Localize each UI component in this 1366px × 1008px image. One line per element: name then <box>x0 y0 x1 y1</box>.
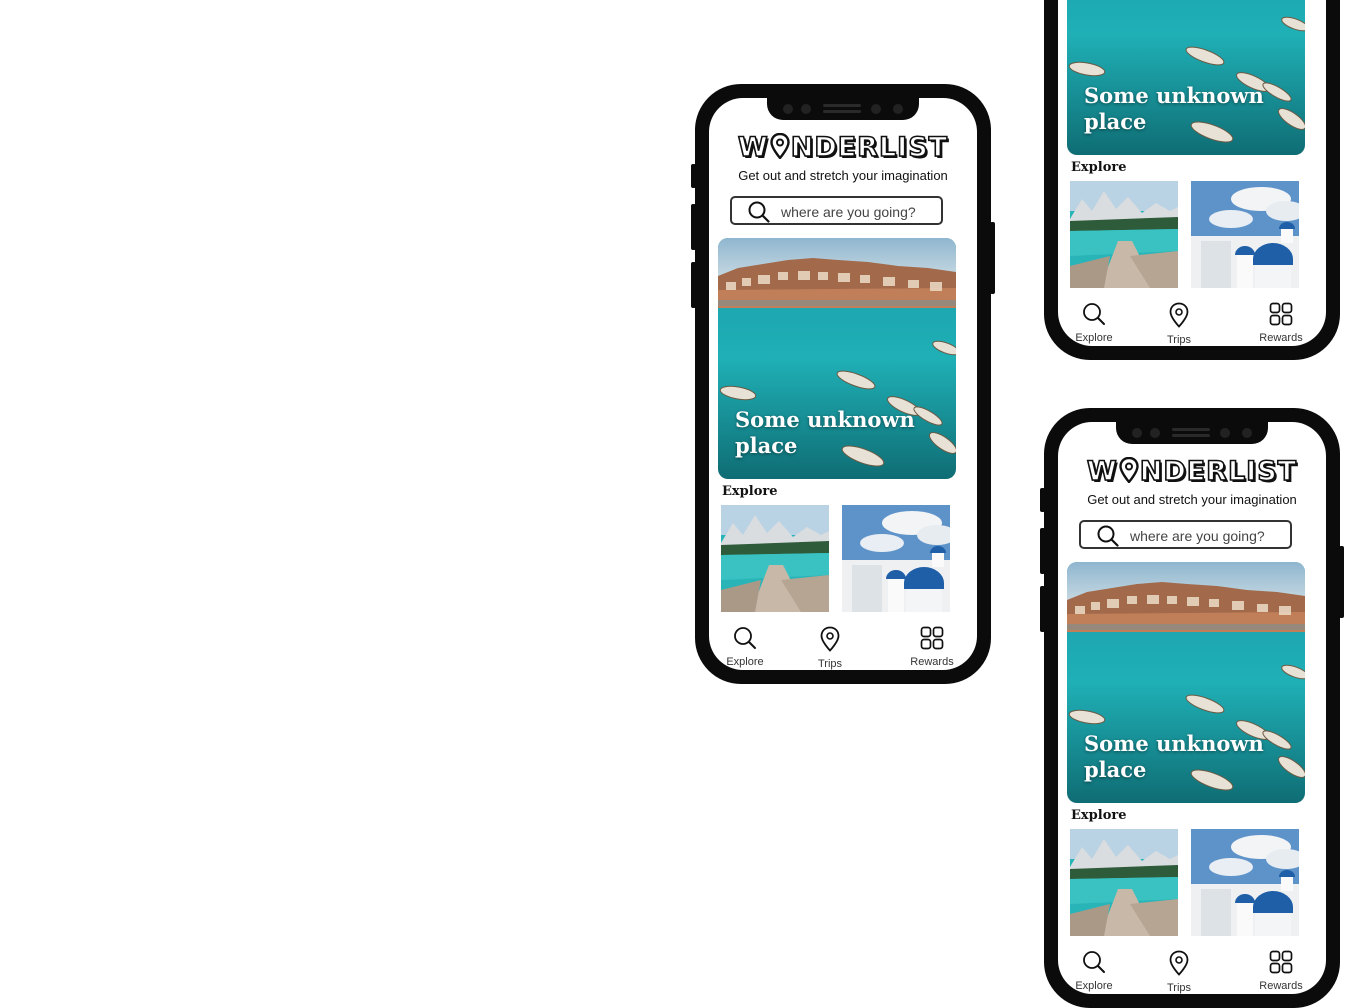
grid-icon <box>920 626 944 650</box>
explore-card-santorini[interactable] <box>1191 181 1299 288</box>
nav-explore[interactable]: Explore <box>1064 302 1124 344</box>
phone-screen: W NDERLIST Get out and stretch your imagi… <box>1058 422 1326 994</box>
pin-icon <box>1169 302 1189 328</box>
santorini-image <box>842 505 950 612</box>
nav-label: Rewards <box>1259 980 1303 992</box>
side-button <box>691 164 696 188</box>
nav-trips[interactable]: Trips <box>1149 950 1209 994</box>
nav-label: Explore <box>1075 980 1113 992</box>
explore-card-santorini[interactable] <box>842 505 950 612</box>
search-placeholder: where are you going? <box>781 204 916 220</box>
logo-letter-w: W <box>737 131 769 164</box>
hero-card[interactable]: Some unknown place <box>1067 562 1305 803</box>
hero-card[interactable]: Some unknown place <box>1067 0 1305 155</box>
nav-rewards[interactable]: Rewards <box>1251 302 1311 344</box>
nav-explore[interactable]: Explore <box>1064 950 1124 992</box>
search-icon <box>748 201 770 223</box>
nav-label: Trips <box>1166 334 1192 346</box>
explore-card-lake[interactable] <box>1070 181 1178 288</box>
search-icon <box>1083 951 1105 973</box>
phone-screen: W NDERLIST Get out and stretch your imagi… <box>709 98 977 670</box>
side-button <box>1040 528 1045 574</box>
nav-label: Explore <box>726 656 764 668</box>
phone-notch <box>1116 422 1268 444</box>
side-button <box>1040 488 1045 512</box>
logo-letters: NDERLIST <box>1139 455 1298 488</box>
grid-icon <box>1269 302 1293 326</box>
hero-title: Some unknown place <box>735 407 915 458</box>
side-button <box>691 262 696 308</box>
nav-rewards[interactable]: Rewards <box>902 626 962 668</box>
explore-card-lake[interactable] <box>721 505 829 612</box>
logo-letter-w: W <box>1086 455 1118 488</box>
side-button <box>1040 586 1045 632</box>
explore-heading: Explore <box>1071 160 1127 175</box>
lake-image <box>721 505 829 612</box>
phone-main: W NDERLIST Get out and stretch your imagi… <box>691 84 995 684</box>
hero-title: Some unknown place <box>1084 83 1264 134</box>
santorini-image <box>1191 181 1299 288</box>
phone-notch <box>767 98 919 120</box>
phone-scrolled: WNDERLIST Get out and stretch your imagi… <box>1044 0 1340 360</box>
nav-rewards[interactable]: Rewards <box>1251 950 1311 992</box>
phone-home-right: W NDERLIST Get out and stretch your imagi… <box>1040 408 1344 1008</box>
app-logo: W NDERLIST <box>709 131 977 164</box>
nav-label: Trips <box>1166 982 1192 994</box>
logo-letters: NDERLIST <box>790 131 949 164</box>
search-icon <box>1083 303 1105 325</box>
nav-label: Rewards <box>1259 332 1303 344</box>
bottom-nav: Explore Trips Rewards <box>1058 950 1326 994</box>
phone-screen: WNDERLIST Get out and stretch your imagi… <box>1058 0 1326 346</box>
grid-icon <box>1269 950 1293 974</box>
search-placeholder: where are you going? <box>1130 528 1265 544</box>
nav-trips[interactable]: Trips <box>1149 302 1209 346</box>
nav-label: Explore <box>1075 332 1113 344</box>
side-button <box>1339 546 1344 618</box>
explore-card-lake[interactable] <box>1070 829 1178 936</box>
explore-heading: Explore <box>1071 808 1127 823</box>
pin-logo-icon <box>1119 457 1139 483</box>
app-logo: W NDERLIST <box>1058 455 1326 488</box>
lake-image <box>1070 829 1178 936</box>
search-icon <box>734 627 756 649</box>
hero-card[interactable]: Some unknown place <box>718 238 956 479</box>
nav-label: Rewards <box>910 656 954 668</box>
search-input[interactable]: where are you going? <box>730 196 943 225</box>
bottom-nav: Explore Trips Rewards <box>709 626 977 670</box>
search-icon <box>1097 525 1119 547</box>
explore-heading: Explore <box>722 484 778 499</box>
explore-card-santorini[interactable] <box>1191 829 1299 936</box>
hero-title: Some unknown place <box>1084 731 1264 782</box>
lake-image <box>1070 181 1178 288</box>
santorini-image <box>1191 829 1299 936</box>
pin-icon <box>1169 950 1189 976</box>
pin-logo-icon <box>770 133 790 159</box>
nav-label: Trips <box>817 658 843 670</box>
tagline: Get out and stretch your imagination <box>738 168 948 183</box>
tagline: Get out and stretch your imagination <box>1087 492 1297 507</box>
nav-explore[interactable]: Explore <box>715 626 775 668</box>
nav-trips[interactable]: Trips <box>800 626 860 670</box>
pin-icon <box>820 626 840 652</box>
side-button <box>691 204 696 250</box>
search-input[interactable]: where are you going? <box>1079 520 1292 549</box>
bottom-nav: Explore Trips Rewards <box>1058 302 1326 346</box>
side-button <box>990 222 995 294</box>
